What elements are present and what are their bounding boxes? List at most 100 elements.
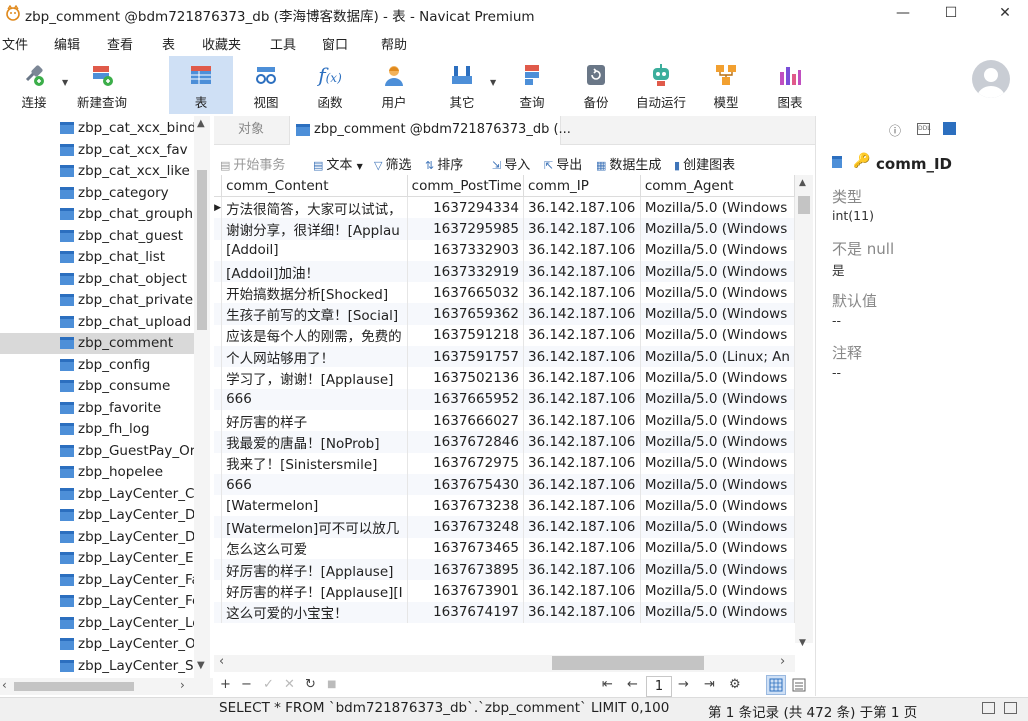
tree-item-table[interactable]: zbp_LayCenter_Fee bbox=[58, 591, 194, 612]
cell-comm-agent[interactable]: Mozilla/5.0 (Windows bbox=[640, 473, 795, 496]
tree-scroll-thumb[interactable] bbox=[197, 170, 207, 330]
cell-comm-posttime[interactable]: 1637673238 bbox=[407, 495, 524, 517]
toolbar-view-button[interactable]: 视图 bbox=[236, 56, 296, 112]
tree-item-table[interactable]: zbp_category bbox=[58, 183, 194, 204]
menu-table[interactable]: 表 bbox=[162, 34, 175, 53]
cell-comm-content[interactable]: 开始搞数据分析[Shocked] bbox=[221, 282, 408, 304]
ddl-icon[interactable]: DDL bbox=[917, 123, 931, 135]
menu-file[interactable]: 文件 bbox=[2, 34, 28, 53]
toolbar-query-button[interactable]: 查询 bbox=[502, 56, 562, 112]
cell-comm-posttime[interactable]: 1637502136 bbox=[407, 367, 524, 389]
tree-item-table[interactable]: zbp_chat_privatehi bbox=[58, 290, 194, 311]
tree-item-table[interactable]: zbp_chat_guest bbox=[58, 226, 194, 247]
row-indicator[interactable] bbox=[214, 431, 223, 453]
cell-comm-content[interactable]: 学习了，谢谢！[Applause] bbox=[221, 367, 408, 389]
toolbar-backup-button[interactable]: 备份 bbox=[566, 56, 626, 112]
cell-comm-ip[interactable]: 36.142.187.106 bbox=[523, 516, 641, 538]
tree-item-table[interactable]: zbp_chat_object bbox=[58, 269, 194, 290]
table-row[interactable]: 谢谢分享，很详细！[Applau 1637295985 36.142.187.106… bbox=[214, 218, 795, 240]
tree-item-table[interactable]: zbp_config bbox=[58, 355, 194, 376]
tree-item-table[interactable]: zbp_consume bbox=[58, 376, 194, 397]
row-indicator[interactable] bbox=[214, 324, 223, 347]
row-indicator[interactable] bbox=[214, 260, 223, 283]
toolbar-other-button[interactable]: 其它 bbox=[432, 56, 492, 112]
grid-scroll-left-icon[interactable]: ‹ bbox=[219, 654, 224, 669]
row-indicator[interactable] bbox=[214, 303, 223, 325]
tree-item-table[interactable]: zbp_chat_grouphis bbox=[58, 204, 194, 225]
refresh-button[interactable]: ↻ bbox=[305, 677, 316, 692]
row-indicator[interactable] bbox=[214, 367, 223, 389]
row-indicator[interactable] bbox=[214, 495, 223, 517]
sort-button[interactable]: ⇅ 排序 bbox=[425, 154, 463, 173]
tree-scroll-up-icon[interactable]: ▲ bbox=[197, 118, 205, 129]
row-indicator[interactable] bbox=[214, 239, 223, 261]
tree-item-table[interactable]: zbp_fh_log bbox=[58, 419, 194, 440]
last-page-button[interactable]: ⇥ bbox=[704, 677, 715, 692]
cell-comm-content[interactable]: [Addoil] bbox=[221, 239, 408, 261]
table-row[interactable]: 好厉害的样子！[Applause] 1637673895 36.142.187.10… bbox=[214, 559, 795, 581]
cell-comm-content[interactable]: 666 bbox=[221, 388, 408, 410]
grid-horizontal-scrollbar[interactable] bbox=[214, 655, 795, 672]
tree-item-table[interactable]: zbp_LayCenter_Sig bbox=[58, 656, 194, 677]
table-row[interactable]: [Addoil] 1637332903 36.142.187.106 Mozilla/… bbox=[214, 239, 795, 261]
cell-comm-ip[interactable]: 36.142.187.106 bbox=[523, 495, 641, 517]
tree-item-table[interactable]: zbp_favorite bbox=[58, 398, 194, 419]
column-header-comm-agent[interactable]: comm_Agent bbox=[640, 175, 795, 197]
cell-comm-agent[interactable]: Mozilla/5.0 (Windows bbox=[640, 324, 795, 347]
table-row[interactable]: 应该是每个人的刚需，免费的 1637591218 36.142.187.106 Moz… bbox=[214, 324, 795, 347]
apply-changes-button[interactable]: ✓ bbox=[263, 677, 274, 692]
cell-comm-agent[interactable]: Mozilla/5.0 (Windows bbox=[640, 367, 795, 389]
cell-comm-posttime[interactable]: 1637666027 bbox=[407, 409, 524, 432]
cell-comm-content[interactable]: 个人网站够用了！ bbox=[221, 346, 408, 368]
cell-comm-content[interactable]: 怎么这么可爱 bbox=[221, 537, 408, 560]
cell-comm-agent[interactable]: Mozilla/5.0 (Windows bbox=[640, 431, 795, 453]
table-row[interactable]: 怎么这么可爱 1637673465 36.142.187.106 Mozilla/5.… bbox=[214, 537, 795, 560]
cell-comm-ip[interactable]: 36.142.187.106 bbox=[523, 196, 641, 219]
tree-hscroll-thumb[interactable] bbox=[14, 682, 134, 691]
cell-comm-agent[interactable]: Mozilla/5.0 (Windows bbox=[640, 196, 795, 219]
column-header-comm-posttime[interactable]: comm_PostTime bbox=[407, 175, 524, 197]
menu-help[interactable]: 帮助 bbox=[381, 34, 407, 53]
cell-comm-agent[interactable]: Mozilla/5.0 (Windows bbox=[640, 495, 795, 517]
cell-comm-posttime[interactable]: 1637294334 bbox=[407, 196, 524, 219]
menu-favorites[interactable]: 收藏夹 bbox=[202, 34, 241, 53]
row-indicator[interactable] bbox=[214, 409, 223, 432]
cell-comm-agent[interactable]: Mozilla/5.0 (Windows bbox=[640, 537, 795, 560]
grid-scroll-down-icon[interactable]: ▼ bbox=[799, 638, 806, 648]
cell-comm-ip[interactable]: 36.142.187.106 bbox=[523, 346, 641, 368]
cell-comm-content[interactable]: 这么可爱的小宝宝！ bbox=[221, 601, 408, 623]
cell-comm-ip[interactable]: 36.142.187.106 bbox=[523, 388, 641, 410]
cell-comm-agent[interactable]: Mozilla/5.0 (Windows bbox=[640, 580, 795, 602]
cell-comm-content[interactable]: 应该是每个人的刚需，免费的 bbox=[221, 324, 408, 347]
cell-comm-ip[interactable]: 36.142.187.106 bbox=[523, 324, 641, 347]
data-grid[interactable]: comm_Content comm_PostTime comm_IP comm_… bbox=[214, 175, 795, 643]
cell-comm-agent[interactable]: Mozilla/5.0 (Windows bbox=[640, 303, 795, 325]
table-row[interactable]: 这么可爱的小宝宝！ 1637674197 36.142.187.106 Mozilla… bbox=[214, 601, 795, 623]
close-button[interactable]: ✕ bbox=[982, 0, 1028, 26]
grid-view-button[interactable] bbox=[766, 675, 786, 695]
cell-comm-agent[interactable]: Mozilla/5.0 (Windows bbox=[640, 282, 795, 304]
cell-comm-posttime[interactable]: 1637591757 bbox=[407, 346, 524, 368]
info-icon[interactable]: ⓘ bbox=[889, 122, 901, 139]
toolbar-automation-button[interactable]: 自动运行 bbox=[628, 56, 694, 112]
tree-item-table[interactable]: zbp_LayCenter_Log bbox=[58, 613, 194, 634]
cell-comm-posttime[interactable]: 1637659362 bbox=[407, 303, 524, 325]
field-view-icon[interactable] bbox=[943, 122, 956, 135]
tree-item-table[interactable]: zbp_chat_list bbox=[58, 247, 194, 268]
cell-comm-content[interactable]: [Watermelon] bbox=[221, 495, 408, 517]
grid-hscroll-thumb[interactable] bbox=[552, 656, 704, 670]
toolbar-table-button[interactable]: 表 bbox=[169, 56, 233, 112]
tree-item-table[interactable]: zbp_LayCenter_Dr bbox=[58, 527, 194, 548]
toolbar-function-button[interactable]: f(x) 函数 bbox=[300, 56, 360, 112]
data-generation-button[interactable]: ▦ 数据生成 bbox=[596, 154, 661, 173]
maximize-button[interactable]: ☐ bbox=[928, 0, 974, 26]
filter-button[interactable]: ▽ 筛选 bbox=[374, 154, 411, 173]
grid-scroll-up-icon[interactable]: ▲ bbox=[799, 178, 806, 188]
cell-comm-content[interactable]: 好厉害的样子！[Applause] bbox=[221, 559, 408, 581]
cell-comm-agent[interactable]: Mozilla/5.0 (Windows bbox=[640, 452, 795, 474]
grid-vertical-scrollbar[interactable] bbox=[795, 175, 813, 643]
table-row[interactable]: 好厉害的样子！[Applause][I 1637673901 36.142.187.… bbox=[214, 580, 795, 602]
toolbar-new-query-button[interactable]: 新建查询 bbox=[72, 56, 132, 112]
cell-comm-content[interactable]: 好厉害的样子 bbox=[221, 409, 408, 432]
tab-zbp-comment[interactable]: zbp_comment @bdm721876373_db (... bbox=[289, 116, 571, 145]
